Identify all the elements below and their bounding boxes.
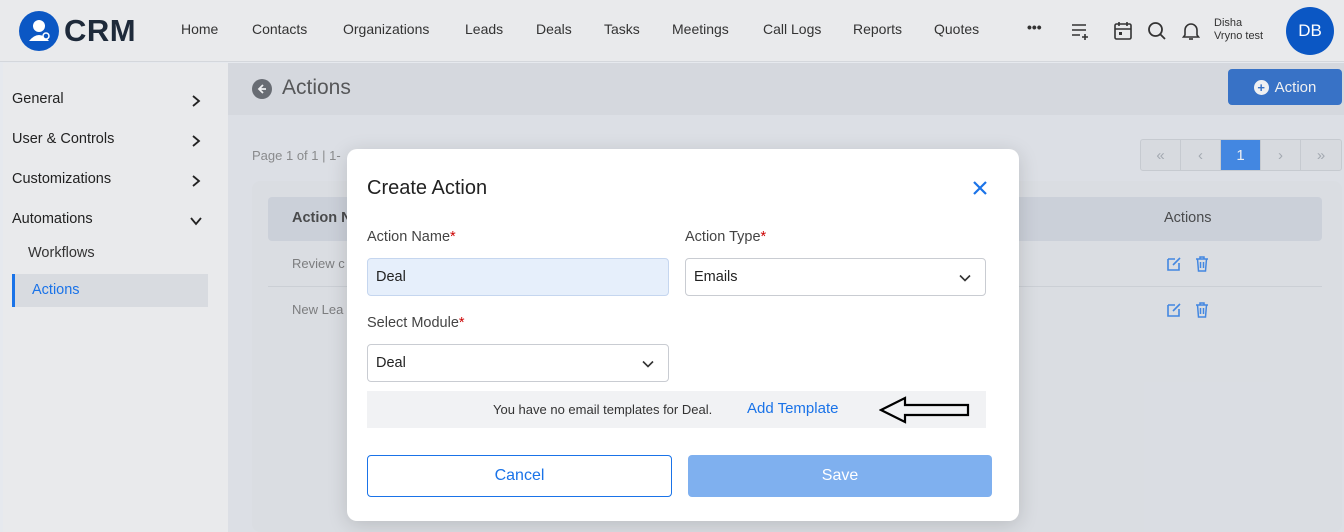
sidebar-item-user-controls[interactable]: User & Controls [12, 131, 114, 147]
more-menu-icon[interactable]: ••• [1027, 19, 1042, 35]
chevron-down-icon [190, 217, 202, 226]
chevron-right-icon [192, 95, 201, 107]
search-icon[interactable] [1146, 20, 1168, 42]
sidebar-item-label: Actions [32, 282, 80, 298]
add-template-link[interactable]: Add Template [747, 400, 838, 417]
crm-logo[interactable]: CRM [19, 11, 136, 51]
bell-icon[interactable] [1180, 20, 1202, 42]
module-select[interactable]: Deal [367, 344, 669, 382]
nav-meetings[interactable]: Meetings [672, 21, 729, 37]
nav-tasks[interactable]: Tasks [604, 21, 640, 37]
sidebar: General User & Controls Customizations A… [3, 63, 228, 532]
avatar[interactable]: DB [1286, 7, 1334, 55]
top-navbar: CRM Home Contacts Organizations Leads De… [0, 0, 1344, 62]
logo-text: CRM [64, 13, 137, 48]
nav-call-logs[interactable]: Call Logs [763, 21, 821, 37]
sidebar-item-general[interactable]: General [12, 91, 64, 107]
arrow-left-icon [879, 396, 970, 424]
sidebar-item-workflows[interactable]: Workflows [28, 245, 95, 261]
notice-text: You have no email templates for Deal. [493, 402, 713, 417]
nav-reports[interactable]: Reports [853, 21, 902, 37]
save-button[interactable]: Save [688, 455, 992, 497]
template-notice: You have no email templates for Deal. Ad… [367, 391, 986, 428]
cancel-button[interactable]: Cancel [367, 455, 672, 497]
chevron-right-icon [192, 175, 201, 187]
nav-contacts[interactable]: Contacts [252, 21, 307, 37]
calendar-icon[interactable] [1112, 20, 1134, 42]
nav-quotes[interactable]: Quotes [934, 21, 979, 37]
chevron-down-icon [959, 274, 971, 282]
module-label: Select Module* [367, 315, 465, 331]
create-action-modal: Create Action Action Name* Deal Action T… [347, 149, 1019, 521]
action-name-input[interactable]: Deal [367, 258, 669, 296]
chevron-right-icon [192, 135, 201, 147]
action-name-label: Action Name* [367, 229, 456, 245]
action-type-select[interactable]: Emails [685, 258, 986, 296]
sidebar-item-customizations[interactable]: Customizations [12, 171, 111, 187]
close-icon[interactable] [969, 177, 991, 199]
nav-home[interactable]: Home [181, 21, 218, 37]
user-logo-icon [19, 11, 59, 51]
modal-title: Create Action [367, 177, 488, 199]
chevron-down-icon [642, 360, 654, 368]
sidebar-item-automations[interactable]: Automations [12, 211, 93, 227]
nav-deals[interactable]: Deals [536, 21, 572, 37]
add-list-icon[interactable] [1070, 20, 1092, 42]
sidebar-item-actions[interactable]: Actions [12, 274, 208, 307]
nav-leads[interactable]: Leads [465, 21, 503, 37]
user-name: Disha Vryno test [1214, 17, 1264, 42]
action-type-label: Action Type* [685, 229, 767, 245]
nav-organizations[interactable]: Organizations [343, 21, 429, 37]
